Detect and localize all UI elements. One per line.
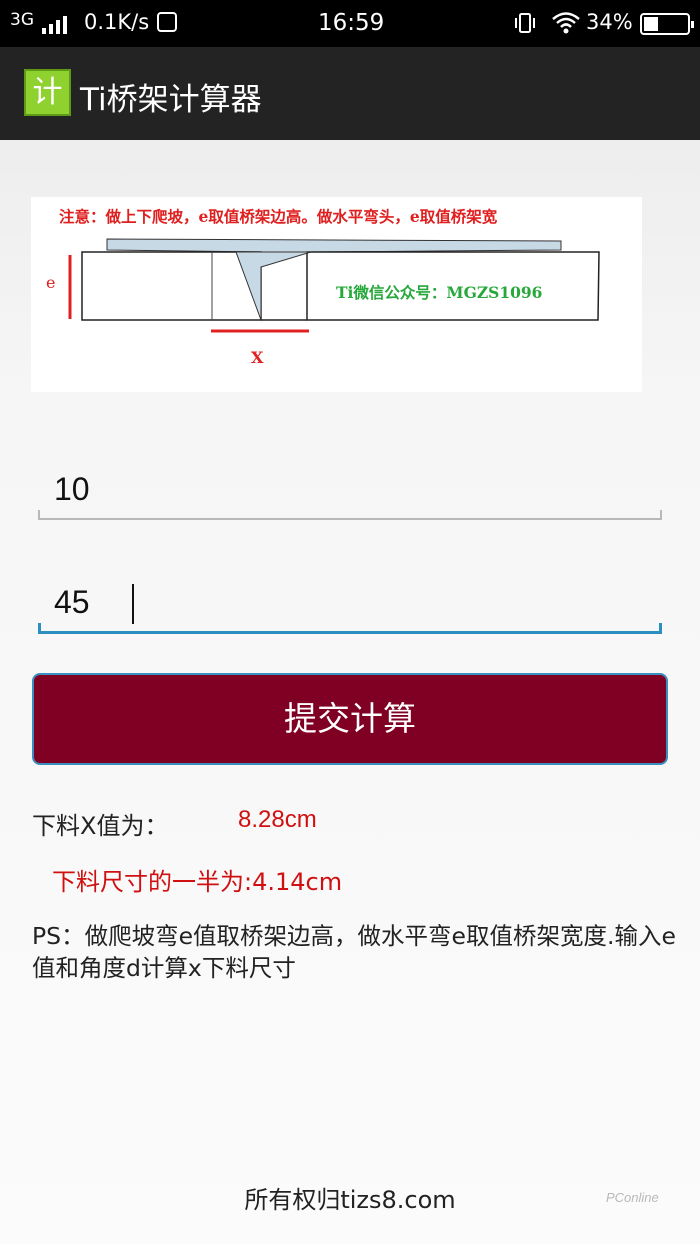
text-cursor — [132, 584, 134, 624]
e-value-input[interactable] — [38, 460, 662, 518]
status-bar: 3G 0.1K/s 16:59 34% — [0, 0, 700, 47]
diagram-x-label: X — [251, 348, 264, 367]
ps-note: PS：做爬坡弯e值取桥架边高，做水平弯e取值桥架宽度.输入e值和角度d计算x下料… — [32, 922, 676, 982]
app-bar: 计 Ti桥架计算器 — [0, 47, 700, 140]
angle-field-wrap — [38, 574, 662, 634]
e-value-field-wrap — [38, 460, 662, 520]
network-type: 3G — [10, 10, 34, 30]
vibrate-icon — [513, 11, 537, 35]
footer-copyright: 所有权归tizs8.com — [244, 1186, 456, 1214]
clock: 16:59 — [318, 10, 385, 36]
battery-icon — [640, 13, 694, 35]
signal-icon — [42, 14, 70, 34]
wifi-icon — [551, 11, 581, 35]
cable-tray-diagram: 注意：做上下爬坡，e取值桥架边高。做水平弯头，e取值桥架宽 e X Ti微信公众… — [31, 197, 642, 392]
app-icon: 计 — [24, 69, 71, 116]
submit-calculate-button[interactable]: 提交计算 — [32, 673, 668, 765]
watermark-logo: PConline — [606, 1190, 659, 1205]
diagram-note: 注意：做上下爬坡，e取值桥架边高。做水平弯头，e取值桥架宽 — [59, 207, 498, 226]
x-result-label: 下料X值为： — [32, 812, 169, 840]
network-speed: 0.1K/s — [84, 10, 150, 34]
notification-app-icon — [157, 12, 177, 32]
half-size-result: 下料尺寸的一半为:4.14cm — [52, 868, 343, 896]
battery-percent: 34% — [586, 10, 633, 34]
wechat-account-label: Ti微信公众号：MGZS1096 — [336, 283, 543, 302]
diagram-e-label: e — [46, 273, 56, 292]
app-title: Ti桥架计算器 — [80, 82, 262, 118]
x-result-value: 8.28cm — [238, 806, 317, 833]
